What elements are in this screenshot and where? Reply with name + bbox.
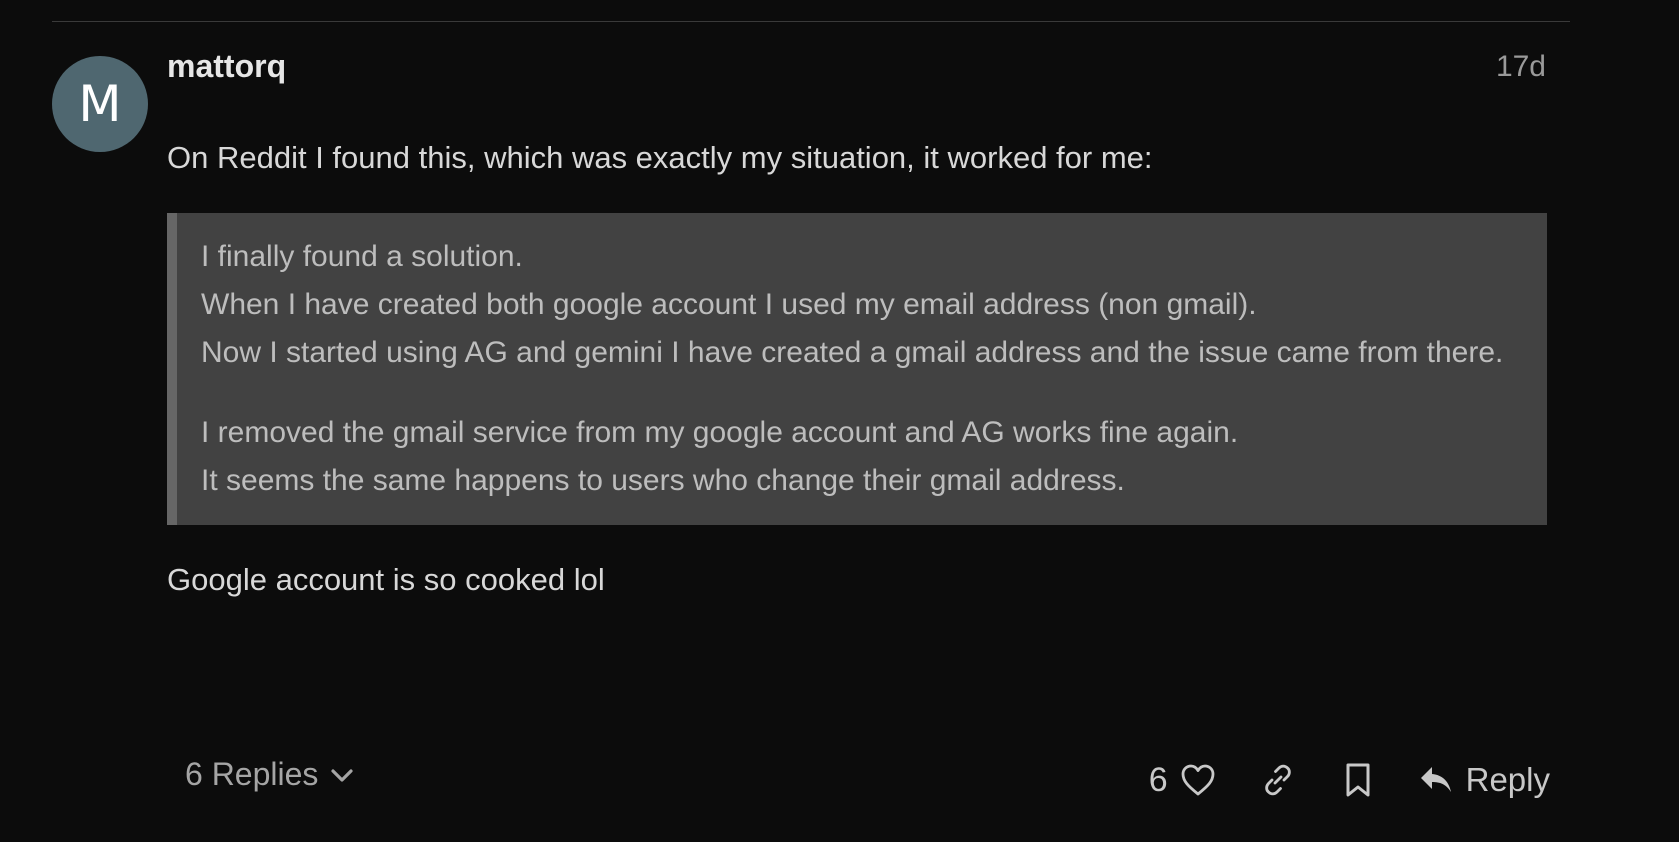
like-count: 6 xyxy=(1148,760,1168,799)
replies-label: 6 Replies xyxy=(185,756,319,792)
reply-button[interactable]: Reply xyxy=(1416,760,1550,800)
post-date[interactable]: 17d xyxy=(1496,50,1546,84)
bookmark-icon[interactable] xyxy=(1338,760,1378,800)
quote-line: It seems the same happens to users who c… xyxy=(201,464,1125,497)
quote-line: I removed the gmail service from my goog… xyxy=(201,416,1239,449)
right-actions: 6 Reply xyxy=(1149,756,1550,804)
reply-label: Reply xyxy=(1465,761,1550,798)
username[interactable]: mattorq xyxy=(167,48,286,85)
quote-line: Now I started using AG and gemini I have… xyxy=(201,336,1504,369)
avatar-letter: M xyxy=(78,75,122,133)
link-icon[interactable] xyxy=(1258,760,1298,800)
quote-line: When I have created both google account … xyxy=(201,288,1257,321)
post-closing-text: Google account is so cooked lol xyxy=(167,562,605,597)
post-body: On Reddit I found this, which was exactl… xyxy=(167,135,1547,602)
top-divider xyxy=(52,21,1570,22)
like-button[interactable]: 6 xyxy=(1149,760,1218,800)
reply-arrow-icon xyxy=(1416,760,1456,800)
quote-paragraph-2: I removed the gmail service from my goog… xyxy=(201,409,1523,505)
post-intro-text: On Reddit I found this, which was exactl… xyxy=(167,140,1153,175)
post-container: M mattorq 17d On Reddit I found this, wh… xyxy=(0,0,1679,842)
heart-icon xyxy=(1178,760,1218,800)
avatar[interactable]: M xyxy=(52,56,148,152)
replies-toggle-button[interactable]: 6 Replies xyxy=(185,756,356,793)
blockquote: I finally found a solution. When I have … xyxy=(167,213,1547,525)
quote-line: I finally found a solution. xyxy=(201,240,523,273)
chevron-down-icon xyxy=(328,761,356,789)
post-actions: 6 Replies 6 Reply xyxy=(167,756,1550,804)
quote-paragraph-1: I finally found a solution. When I have … xyxy=(201,233,1523,377)
